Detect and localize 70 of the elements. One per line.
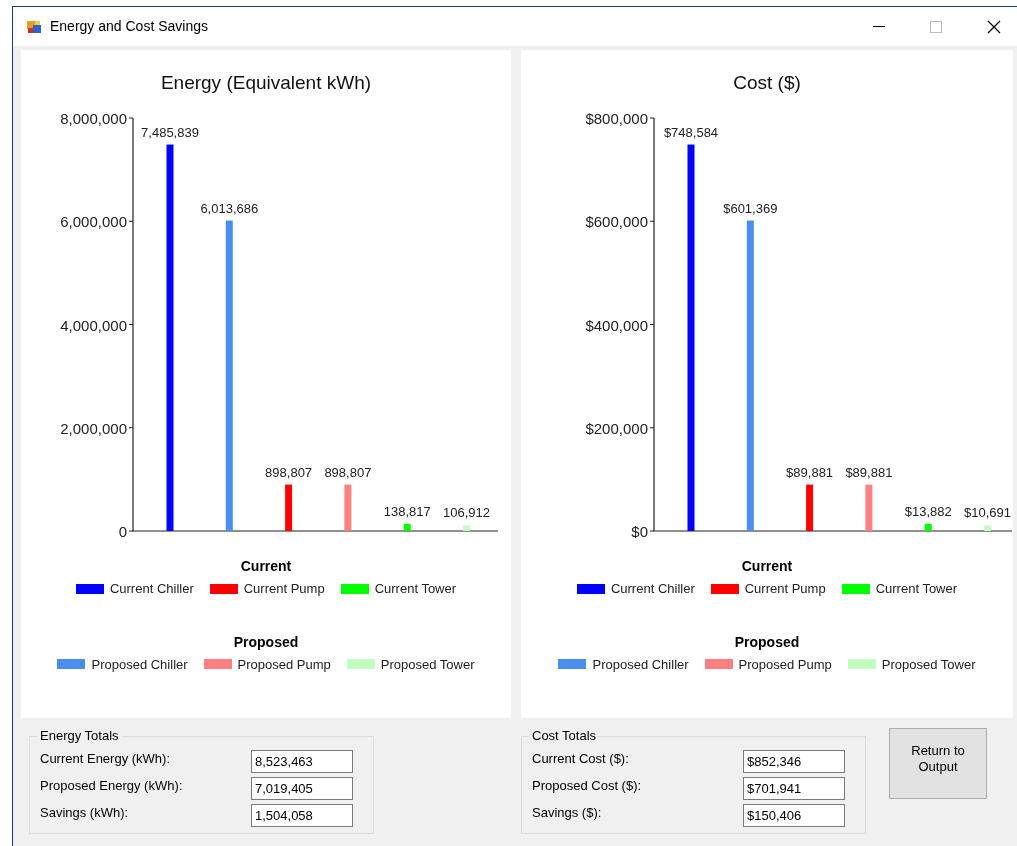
legend-title: Proposed [233, 632, 299, 651]
legend-swatch [841, 583, 870, 594]
app-icon [26, 18, 42, 35]
y-tick-label: $400,000 [585, 316, 648, 334]
legend-swatch [558, 659, 587, 670]
legend-swatch [340, 583, 369, 594]
legend-swatch [209, 583, 238, 594]
legend-swatch [576, 583, 605, 594]
data-label: 106,912 [443, 505, 490, 521]
legend-label: Proposed Pump [237, 655, 331, 674]
y-tick-label: 6,000,000 [60, 213, 127, 231]
group-title: Energy Totals [38, 728, 121, 744]
minimize-icon[interactable] [873, 25, 885, 28]
field-label: Savings (kWh): [40, 804, 130, 821]
legend-swatch [75, 583, 104, 594]
y-tick-label: $800,000 [585, 110, 648, 127]
value-field[interactable]: $150,406 [743, 804, 845, 827]
chart-title: Cost ($) [733, 71, 801, 95]
data-label: $10,691 [964, 505, 1011, 521]
legend-label: Current Tower [374, 580, 457, 598]
legend-label: Current Chiller [610, 580, 695, 598]
legend-label: Current Pump [744, 580, 826, 598]
data-label: $89,881 [845, 464, 893, 480]
legend-swatch [710, 583, 739, 594]
legend-title: Current [741, 557, 793, 575]
data-label: $89,881 [786, 464, 834, 480]
return-to-output-button[interactable]: Return to Output [889, 728, 987, 799]
data-label: 138,817 [383, 503, 431, 519]
field-label: Current Cost ($): [532, 750, 630, 767]
value-field[interactable]: 8,523,463 [251, 750, 353, 773]
data-label: 6,013,686 [200, 200, 259, 216]
data-label: $13,882 [904, 503, 952, 519]
value-field[interactable]: $701,941 [743, 777, 845, 800]
y-tick-label: 8,000,000 [60, 110, 127, 127]
legend-swatch [203, 659, 232, 670]
legend-swatch [57, 659, 86, 670]
y-tick-label: $600,000 [585, 213, 648, 231]
legend-swatch [847, 659, 876, 670]
close-icon[interactable] [987, 19, 1001, 34]
legend-swatch [704, 659, 733, 670]
data-label: 7,485,839 [141, 124, 199, 140]
y-tick-label: $0 [631, 523, 648, 540]
legend-title: Proposed [734, 632, 800, 651]
legend-label: Current Tower [875, 580, 958, 598]
chart-title: Energy (Equivalent kWh) [160, 71, 372, 95]
legend-label: Current Pump [243, 580, 325, 598]
data-label: 898,807 [265, 464, 313, 480]
legend-label: Proposed Chiller [592, 655, 689, 674]
y-tick-label: 2,000,000 [60, 419, 127, 437]
legend-label: Proposed Tower [881, 655, 976, 674]
data-label: $601,369 [723, 200, 778, 216]
y-tick-label: 0 [118, 523, 127, 540]
value-field[interactable]: 7,019,405 [251, 777, 353, 800]
value-field[interactable]: $852,346 [743, 750, 845, 773]
field-label: Savings ($): [532, 804, 603, 821]
legend-label: Proposed Tower [380, 655, 475, 674]
y-tick-label: 4,000,000 [60, 316, 127, 334]
field-label: Current Energy (kWh): [40, 750, 172, 767]
value-field[interactable]: 1,504,058 [251, 804, 353, 827]
legend-swatch [346, 659, 375, 670]
window-title: Energy and Cost Savings [50, 17, 208, 36]
data-label: $748,584 [663, 124, 719, 140]
field-label: Proposed Cost ($): [532, 777, 643, 794]
legend-title: Current [240, 557, 292, 575]
y-tick-label: $200,000 [585, 419, 648, 437]
legend-label: Proposed Chiller [91, 655, 188, 674]
data-label: 898,807 [324, 464, 372, 480]
field-label: Proposed Energy (kWh): [40, 777, 184, 794]
legend-label: Current Chiller [109, 580, 194, 598]
legend-label: Proposed Pump [738, 655, 832, 674]
